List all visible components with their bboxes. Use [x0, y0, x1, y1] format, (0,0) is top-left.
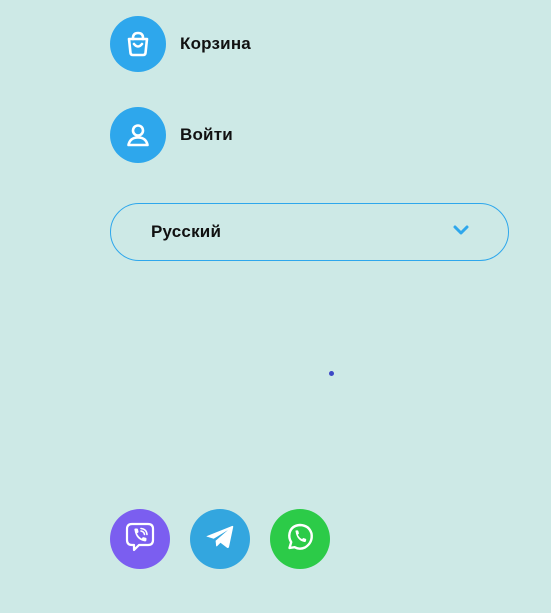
whatsapp-icon [282, 519, 318, 560]
telegram-icon [203, 520, 237, 559]
login-link[interactable]: Войти [110, 107, 233, 163]
cart-label: Корзина [180, 34, 251, 53]
whatsapp-button[interactable] [270, 509, 330, 569]
loading-dot [329, 371, 334, 376]
language-select-value: Русский [151, 222, 222, 241]
language-select[interactable]: Русский [110, 203, 509, 261]
chevron-down-icon [452, 223, 470, 241]
viber-button[interactable] [110, 509, 170, 569]
telegram-button[interactable] [190, 509, 250, 569]
shopping-bag-icon [110, 16, 166, 72]
cart-link[interactable]: Корзина [110, 16, 251, 72]
login-label: Войти [180, 125, 233, 144]
viber-icon [122, 519, 158, 560]
user-icon [110, 107, 166, 163]
social-links [110, 509, 330, 569]
